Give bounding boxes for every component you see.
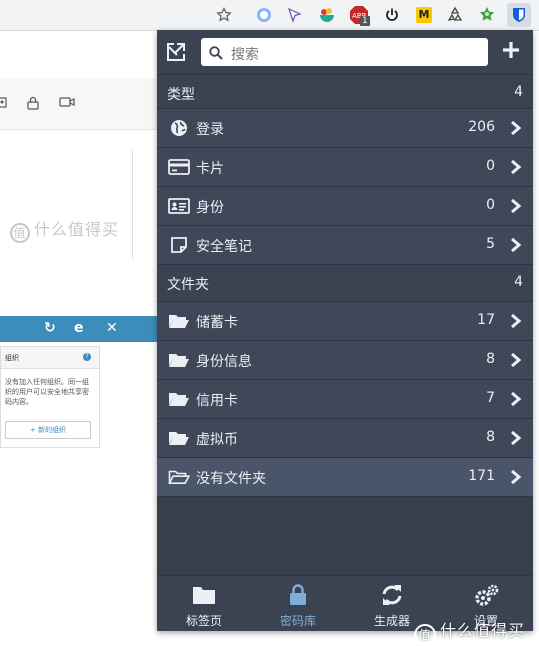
popout-icon[interactable] xyxy=(165,41,187,63)
chevron-right-icon xyxy=(509,159,523,175)
section-title: 文件夹 xyxy=(167,277,209,293)
row-count: 17 xyxy=(477,312,495,328)
row-label: 身份信息 xyxy=(196,354,252,370)
bitwarden-icon[interactable] xyxy=(507,3,531,27)
chevron-right-icon xyxy=(509,237,523,253)
folder-row-credit-card[interactable]: 信用卡 7 xyxy=(157,379,533,418)
id-card-icon xyxy=(168,196,190,216)
background-toolbar xyxy=(0,78,158,130)
type-row-identity[interactable]: 身份 0 xyxy=(157,186,533,225)
help-icon[interactable]: ? xyxy=(83,353,91,361)
folder-open-icon xyxy=(168,350,190,370)
organization-card: 组织 ? 没有加入任何组织。同一组织的用户可以安全地共享密码内容。 + 新的组织 xyxy=(0,346,100,448)
refresh-icon xyxy=(380,584,404,606)
row-label: 安全笔记 xyxy=(196,239,252,255)
image-icon[interactable] xyxy=(0,96,8,112)
row-label: 储蓄卡 xyxy=(196,315,238,331)
folder-open-icon xyxy=(168,311,190,331)
watermark: 值什么值得买 xyxy=(414,617,525,646)
background-blue-bar: ↻ e ✕ xyxy=(0,316,158,342)
close-icon[interactable]: ✕ xyxy=(106,320,118,336)
browser-toolbar: ABP 1 M xyxy=(0,0,539,30)
folder-row-no-folder[interactable]: 没有文件夹 171 xyxy=(157,457,533,496)
bitwarden-popup: 搜索 类型 4 登录 206 卡片 0 身份 0 安全笔记 5 文件夹 4 储蓄… xyxy=(157,30,533,631)
background-watermark: 值什么值得买 xyxy=(10,216,119,243)
search-icon xyxy=(209,45,223,60)
section-count: 4 xyxy=(514,274,523,290)
type-row-login[interactable]: 登录 206 xyxy=(157,108,533,147)
extension-leaf-icon[interactable] xyxy=(477,5,497,25)
tab-label: 密码库 xyxy=(279,614,316,628)
chevron-right-icon xyxy=(509,313,523,329)
folder-row-identity-info[interactable]: 身份信息 8 xyxy=(157,340,533,379)
tab-tabs[interactable]: 标签页 xyxy=(157,576,251,632)
row-count: 206 xyxy=(468,119,495,135)
organization-card-header: 组织 ? xyxy=(1,347,99,369)
folder-open-icon xyxy=(168,389,190,409)
folder-icon xyxy=(192,584,216,606)
video-icon[interactable] xyxy=(59,96,75,112)
popup-empty-area xyxy=(157,496,533,575)
section-title: 类型 xyxy=(167,87,195,103)
row-label: 卡片 xyxy=(196,161,224,177)
extension-bowl-icon[interactable] xyxy=(317,5,337,25)
watermark-logo-icon: 值 xyxy=(10,223,30,243)
row-count: 171 xyxy=(468,468,495,484)
recycle-icon[interactable] xyxy=(445,5,465,25)
row-count: 0 xyxy=(486,158,495,174)
type-row-card[interactable]: 卡片 0 xyxy=(157,147,533,186)
extension-circle-icon[interactable] xyxy=(254,5,274,25)
gears-icon xyxy=(474,584,499,606)
popup-header: 搜索 xyxy=(157,30,533,74)
adblock-icon[interactable]: ABP 1 xyxy=(349,5,370,26)
search-input[interactable]: 搜索 xyxy=(201,38,488,66)
lock-icon xyxy=(286,584,310,606)
row-label: 身份 xyxy=(196,200,224,216)
search-placeholder: 搜索 xyxy=(231,47,259,63)
ie-icon[interactable]: e xyxy=(74,320,84,336)
star-icon[interactable] xyxy=(214,5,234,25)
lock-outline-icon[interactable] xyxy=(26,96,40,114)
globe-icon xyxy=(168,118,190,138)
types-section-header: 类型 4 xyxy=(157,74,533,108)
row-count: 8 xyxy=(486,429,495,445)
row-count: 7 xyxy=(486,390,495,406)
adblock-badge: 1 xyxy=(360,16,370,26)
folder-row-crypto[interactable]: 虚拟币 8 xyxy=(157,418,533,457)
extension-arrow-icon[interactable] xyxy=(284,5,304,25)
background-divider xyxy=(132,150,133,260)
section-count: 4 xyxy=(514,84,523,100)
credit-card-icon xyxy=(168,157,190,177)
folder-row-savings-card[interactable]: 储蓄卡 17 xyxy=(157,301,533,340)
row-label: 信用卡 xyxy=(196,393,238,409)
row-label: 虚拟币 xyxy=(196,432,238,448)
tab-label: 标签页 xyxy=(185,614,222,628)
row-count: 0 xyxy=(486,197,495,213)
tab-vault[interactable]: 密码库 xyxy=(251,576,345,632)
screen: ABP 1 M 值什么值得买 ↻ e ✕ 组织 ? 没有加入任何组织。同一组织的… xyxy=(0,0,539,646)
refresh-small-icon[interactable]: ↻ xyxy=(44,320,56,336)
folders-section-header: 文件夹 4 xyxy=(157,264,533,298)
row-count: 8 xyxy=(486,351,495,367)
chevron-right-icon xyxy=(509,352,523,368)
power-icon[interactable] xyxy=(382,5,402,25)
new-organization-button[interactable]: + 新的组织 xyxy=(5,421,91,439)
organization-card-text: 没有加入任何组织。同一组织的用户可以安全地共享密码内容。 xyxy=(5,378,89,406)
row-label: 没有文件夹 xyxy=(196,471,266,487)
watermark-logo-icon: 值 xyxy=(414,624,436,646)
folder-open-icon xyxy=(168,428,190,448)
folder-outline-icon xyxy=(168,467,190,487)
row-count: 5 xyxy=(486,236,495,252)
row-label: 登录 xyxy=(196,122,224,138)
type-row-secure-note[interactable]: 安全笔记 5 xyxy=(157,225,533,264)
chevron-right-icon xyxy=(509,120,523,136)
chevron-right-icon xyxy=(509,198,523,214)
chevron-right-icon xyxy=(509,469,523,485)
chevron-right-icon xyxy=(509,430,523,446)
note-icon xyxy=(168,235,190,255)
extension-m-icon[interactable]: M xyxy=(414,5,434,25)
add-item-button[interactable] xyxy=(500,39,522,61)
chevron-right-icon xyxy=(509,391,523,407)
